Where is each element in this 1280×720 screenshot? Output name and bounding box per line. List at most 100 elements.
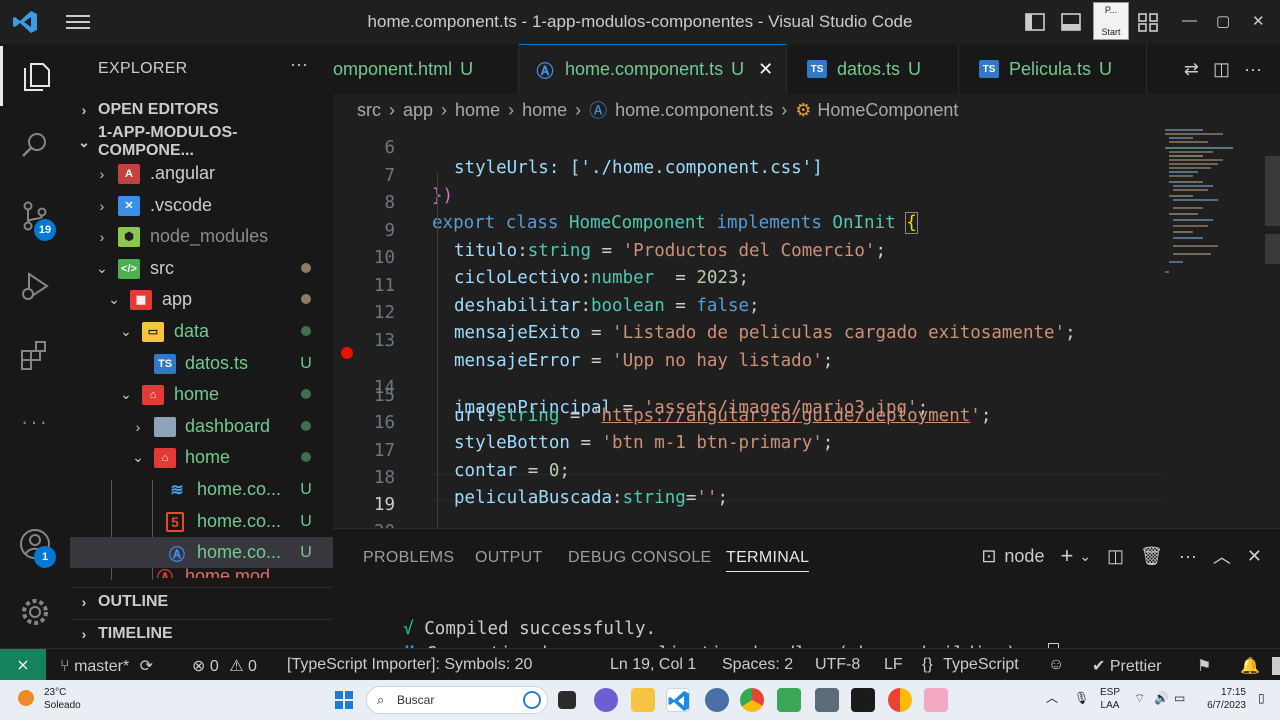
- breadcrumb-item[interactable]: app: [403, 100, 433, 121]
- wifi-icon[interactable]: ⌔: [1134, 692, 1145, 705]
- timeline-section[interactable]: › TIMELINE: [70, 619, 333, 647]
- paint-icon[interactable]: [924, 688, 948, 712]
- tree-item-home-css[interactable]: ≋ home.co... U: [70, 474, 333, 505]
- tree-item-app[interactable]: ⌄ ▦ app: [70, 284, 333, 315]
- search-activity[interactable]: [0, 116, 70, 176]
- compare-changes-icon[interactable]: ⇄: [1184, 59, 1199, 80]
- tree-item-datos-ts[interactable]: TS datos.ts U: [70, 348, 333, 379]
- importer-status[interactable]: [TypeScript Importer]: Symbols: 20: [287, 656, 532, 674]
- feedback-icon[interactable]: ⚑: [1197, 656, 1211, 676]
- breadcrumb-item[interactable]: src: [357, 100, 381, 121]
- tab-close-icon[interactable]: ✕: [758, 59, 773, 80]
- tree-item-vscode[interactable]: › ✕ .vscode: [70, 190, 333, 221]
- minimap[interactable]: [1163, 126, 1253, 286]
- editor-scrollbar-thumb[interactable]: [1265, 234, 1280, 264]
- tree-item-home-module[interactable]: Ⓐ home.mod...: [70, 566, 333, 578]
- task-view-icon[interactable]: [558, 691, 576, 709]
- notification-icon[interactable]: ▯: [1258, 692, 1265, 705]
- trash-icon[interactable]: 🗑: [1140, 546, 1163, 567]
- toggle-sidebar-icon[interactable]: [1024, 11, 1046, 33]
- tab-home-component-html[interactable]: omponent.html U: [333, 44, 519, 94]
- tab-datos-ts[interactable]: TS datos.ts U: [787, 44, 959, 94]
- new-terminal-icon[interactable]: +: [1060, 543, 1073, 569]
- tab-home-component-ts[interactable]: Ⓐ home.component.ts U ✕: [519, 44, 787, 94]
- cursor-position-status[interactable]: Ln 19, Col 1: [610, 656, 696, 674]
- close-icon[interactable]: ✕: [1252, 12, 1265, 30]
- tree-item-dashboard[interactable]: › dashboard: [70, 411, 333, 442]
- eol-status[interactable]: LF: [884, 656, 903, 674]
- prettier-status[interactable]: ✔ Prettier: [1092, 656, 1161, 676]
- chrome-icon[interactable]: [740, 688, 764, 712]
- breadcrumb-item[interactable]: home.component.ts: [615, 100, 773, 121]
- tree-item-node-modules[interactable]: › ⬢ node_modules: [70, 221, 333, 252]
- language-status[interactable]: {} TypeScript: [922, 656, 1019, 674]
- chat-icon[interactable]: [594, 688, 618, 712]
- start-tooltip[interactable]: P... Start: [1093, 2, 1129, 40]
- tab-problems[interactable]: PROBLEMS: [363, 549, 454, 567]
- accounts-activity[interactable]: 1: [0, 514, 70, 574]
- source-control-activity[interactable]: 19: [0, 186, 70, 246]
- clock[interactable]: 17:15 6/7/2023: [1198, 686, 1246, 712]
- media-icon[interactable]: [851, 688, 875, 712]
- tab-output[interactable]: OUTPUT: [475, 549, 543, 567]
- more-activity[interactable]: ···: [0, 392, 70, 452]
- chrome-dev-icon[interactable]: [888, 688, 912, 712]
- encoding-status[interactable]: UTF-8: [815, 656, 860, 674]
- copilot-icon[interactable]: ☺: [1048, 656, 1064, 674]
- minimize-icon[interactable]: —: [1182, 12, 1197, 29]
- manage-activity[interactable]: [0, 582, 70, 642]
- tree-item-src[interactable]: ⌄ </> src: [70, 253, 333, 284]
- editor-scrollbar[interactable]: [1265, 156, 1280, 226]
- breakpoint-icon[interactable]: [341, 347, 353, 359]
- tab-debug-console[interactable]: DEBUG CONSOLE: [568, 549, 712, 567]
- breadcrumb-item[interactable]: HomeComponent: [817, 100, 958, 121]
- indentation-status[interactable]: Spaces: 2: [722, 656, 793, 674]
- windows-start-icon[interactable]: [334, 690, 354, 710]
- more-actions-icon[interactable]: ···: [1244, 59, 1262, 80]
- terminal-name[interactable]: node: [1004, 546, 1044, 567]
- tree-item-home-html[interactable]: 5 home.co... U: [70, 506, 333, 537]
- bell-icon[interactable]: 🔔: [1240, 656, 1260, 676]
- split-editor-icon[interactable]: ◫: [1213, 59, 1230, 80]
- git-icon[interactable]: [705, 688, 729, 712]
- code-editor[interactable]: 6 styleUrls: ['./home.component.css'] 7 …: [333, 126, 1280, 528]
- open-editors-section[interactable]: › OPEN EDITORS: [70, 96, 333, 124]
- explorer-activity[interactable]: [0, 46, 70, 106]
- tree-item-home-ts[interactable]: Ⓐ home.co... U: [70, 537, 333, 568]
- tree-item-home[interactable]: ⌄ ⌂ home: [70, 379, 333, 410]
- tab-terminal[interactable]: TERMINAL: [726, 549, 810, 572]
- chevron-up-icon[interactable]: ︿: [1046, 692, 1058, 705]
- explorer-more-icon[interactable]: ···: [290, 54, 308, 75]
- extensions-activity[interactable]: [0, 326, 70, 386]
- taskbar-search[interactable]: ⌕ Buscar: [366, 686, 548, 714]
- code-line-20: 20 constructor(){: [333, 502, 1163, 528]
- volume-icon[interactable]: 🔊: [1154, 692, 1169, 705]
- tree-item-home-sub[interactable]: ⌄ ⌂ home: [70, 442, 333, 473]
- python-icon[interactable]: [777, 688, 801, 712]
- breadcrumb-item[interactable]: home: [522, 100, 567, 121]
- split-terminal-icon[interactable]: ◫: [1107, 546, 1124, 567]
- more-actions-icon[interactable]: ···: [1179, 546, 1197, 567]
- microphone-icon[interactable]: 🎙: [1074, 692, 1089, 705]
- battery-icon[interactable]: ▭: [1174, 692, 1185, 705]
- file-explorer-icon[interactable]: [631, 688, 655, 712]
- tab-pelicula-ts[interactable]: TS Pelicula.ts U: [959, 44, 1147, 94]
- branch-status[interactable]: ⑂ master* ⟳: [60, 656, 153, 676]
- chevron-down-icon[interactable]: ⌄: [1079, 548, 1091, 565]
- customize-layout-icon[interactable]: [1137, 11, 1159, 33]
- breadcrumb-item[interactable]: home: [455, 100, 500, 121]
- remote-icon[interactable]: ⨯: [0, 649, 46, 681]
- project-section[interactable]: ⌄ 1-APP-MODULOS-COMPONE...: [70, 124, 333, 159]
- problems-status[interactable]: ⊗ 0 ⚠ 0: [192, 656, 257, 676]
- toggle-panel-icon[interactable]: [1060, 11, 1082, 33]
- maximize-icon[interactable]: ▢: [1216, 12, 1230, 30]
- tree-item-data[interactable]: ⌄ ▭ data: [70, 316, 333, 347]
- tree-item-angular[interactable]: › A .angular: [70, 158, 333, 189]
- calculator-icon[interactable]: [815, 688, 839, 712]
- outline-section[interactable]: › OUTLINE: [70, 587, 333, 615]
- vscode-taskbar-icon[interactable]: [666, 688, 690, 712]
- run-debug-activity[interactable]: [0, 256, 70, 316]
- language-indicator[interactable]: ESP LAA: [1100, 686, 1120, 712]
- chevron-up-icon[interactable]: ︿: [1213, 543, 1231, 569]
- close-panel-icon[interactable]: ✕: [1247, 546, 1262, 567]
